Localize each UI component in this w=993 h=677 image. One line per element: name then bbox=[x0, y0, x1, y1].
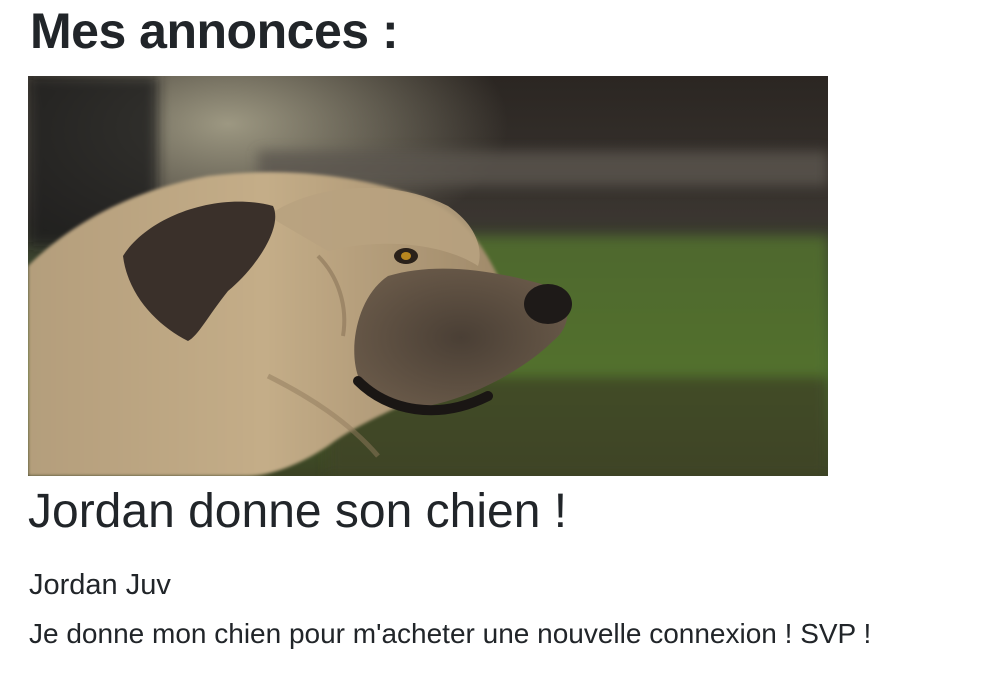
listing-title: Jordan donne son chien ! bbox=[28, 485, 568, 538]
listing-photo bbox=[28, 76, 828, 476]
listing-author: Jordan Juv bbox=[29, 569, 171, 601]
page: Mes annonces : Jordan donne son chien ! … bbox=[0, 0, 993, 677]
listing-description: Je donne mon chien pour m'acheter une no… bbox=[29, 618, 872, 649]
page-title: Mes annonces : bbox=[30, 3, 399, 59]
